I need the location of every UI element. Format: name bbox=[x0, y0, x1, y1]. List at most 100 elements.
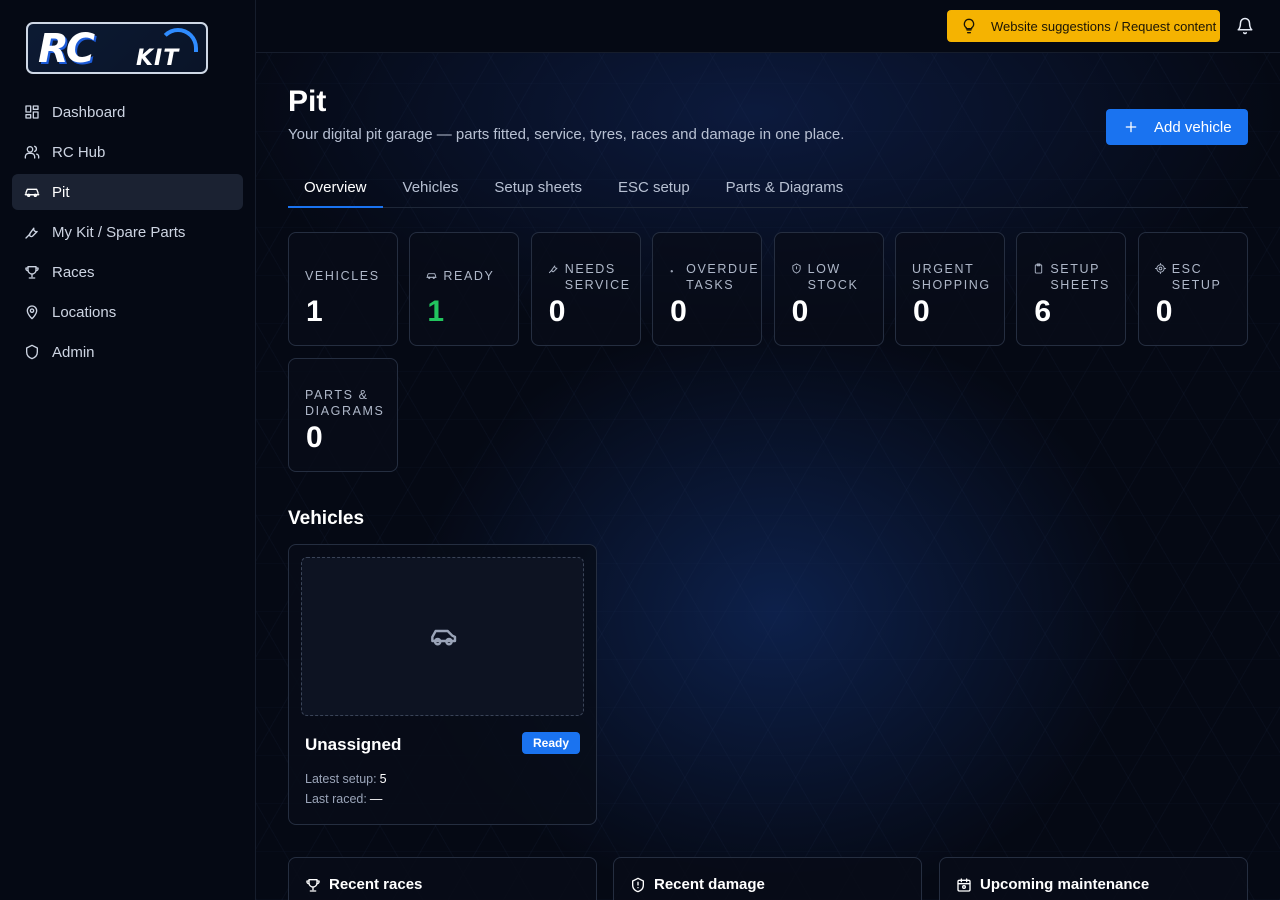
sidebar-item-label: Races bbox=[52, 263, 95, 281]
stat-label-line: Stock bbox=[807, 278, 859, 292]
last-raced-label: Last raced: bbox=[305, 792, 367, 806]
page-subtitle: Your digital pit garage — parts fitted, … bbox=[288, 126, 845, 143]
stat-value: 0 bbox=[791, 295, 809, 328]
stat-value: 0 bbox=[1155, 295, 1173, 328]
stat-label-line: Sheets bbox=[1050, 278, 1110, 292]
stat-label-line: Needs bbox=[564, 262, 616, 276]
tabs: Overview Vehicles Setup sheets ESC setup… bbox=[288, 169, 1248, 208]
tab-setup-sheets[interactable]: Setup sheets bbox=[478, 169, 598, 208]
sidebar-item-admin[interactable]: Admin bbox=[12, 334, 243, 370]
stat-label-line: Low bbox=[807, 262, 841, 276]
status-badge: Ready bbox=[522, 732, 580, 754]
stat-label: Ready bbox=[443, 269, 495, 283]
wrench-icon bbox=[24, 224, 40, 240]
sidebar-item-label: Dashboard bbox=[52, 103, 126, 121]
upcoming-maintenance-panel: Upcoming maintenance bbox=[939, 857, 1248, 900]
stat-label-line: Shopping bbox=[911, 278, 991, 292]
dot-icon bbox=[669, 263, 680, 274]
vehicle-image-placeholder bbox=[301, 557, 584, 716]
tab-overview[interactable]: Overview bbox=[288, 169, 383, 208]
shield-icon bbox=[24, 344, 40, 360]
sidebar-item-pit[interactable]: Pit bbox=[12, 174, 243, 210]
lightbulb-icon bbox=[961, 18, 977, 34]
bell-icon[interactable] bbox=[1236, 17, 1254, 35]
tab-esc-setup[interactable]: ESC setup bbox=[602, 169, 706, 208]
trophy-icon bbox=[305, 877, 321, 893]
stat-card-urgent-shopping[interactable]: Urgent Shopping 0 bbox=[894, 232, 1005, 346]
sidebar-item-my-kit[interactable]: My Kit / Spare Parts bbox=[12, 214, 243, 250]
vehicle-card[interactable]: Unassigned Ready Latest setup: 5 Last rac… bbox=[288, 544, 597, 825]
recent-damage-panel: Recent damage bbox=[613, 857, 922, 900]
website-suggestions-label: Website suggestions / Request content bbox=[991, 18, 1217, 34]
stat-label-line: Urgent bbox=[911, 262, 975, 276]
stat-value: 0 bbox=[548, 295, 566, 328]
stat-card-overdue-tasks[interactable]: Overdue Tasks 0 bbox=[652, 232, 763, 346]
car-icon bbox=[426, 270, 437, 281]
sidebar-item-label: My Kit / Spare Parts bbox=[52, 223, 186, 241]
stat-label-line: ESC bbox=[1171, 262, 1203, 276]
sidebar-item-label: RC Hub bbox=[52, 143, 106, 161]
stat-label-line: Setup bbox=[1171, 278, 1222, 292]
stat-card-needs-service[interactable]: Needs Service 0 bbox=[530, 232, 641, 346]
clipboard-icon bbox=[1033, 263, 1044, 274]
stat-value: 0 bbox=[670, 295, 687, 328]
sidebar: RC KIT Dashboard RC Hub Pit My Kit / Spa… bbox=[0, 0, 256, 900]
stat-value: 0 bbox=[912, 295, 930, 328]
rckit-logo[interactable]: RC KIT bbox=[26, 22, 208, 74]
trophy-icon bbox=[24, 264, 40, 280]
tab-parts-diagrams[interactable]: Parts & Diagrams bbox=[710, 169, 860, 208]
car-icon bbox=[430, 629, 456, 646]
stat-card-low-stock[interactable]: Low Stock 0 bbox=[773, 232, 884, 346]
alert-icon bbox=[791, 263, 802, 274]
stat-card-vehicles[interactable]: Vehicles 1 bbox=[288, 232, 398, 346]
stat-card-setup-sheets[interactable]: Setup Sheets 6 bbox=[1016, 232, 1127, 346]
stat-value: 1 bbox=[427, 295, 445, 328]
logo-sub-text: KIT bbox=[136, 46, 180, 71]
last-raced-value: — bbox=[369, 792, 383, 806]
sidebar-nav: Dashboard RC Hub Pit My Kit / Spare Part… bbox=[12, 94, 243, 370]
stat-card-ready[interactable]: Ready 1 bbox=[409, 232, 520, 346]
sidebar-item-label: Admin bbox=[52, 343, 95, 361]
recent-races-panel: Recent races bbox=[288, 857, 597, 900]
shield-alert-icon bbox=[630, 877, 646, 893]
map-pin-icon bbox=[24, 304, 40, 320]
sidebar-item-label: Locations bbox=[52, 303, 117, 321]
tab-vehicles[interactable]: Vehicles bbox=[387, 169, 475, 208]
stat-card-esc-setup[interactable]: ESC Setup 0 bbox=[1137, 232, 1248, 346]
users-icon bbox=[24, 144, 40, 160]
stat-label-line: Tasks bbox=[686, 278, 735, 292]
top-bar: Website suggestions / Request content bbox=[256, 0, 1280, 53]
dashboard-icon bbox=[24, 104, 40, 120]
stat-value: 6 bbox=[1034, 295, 1052, 328]
stat-label: Vehicles bbox=[305, 269, 380, 283]
sidebar-item-rc-hub[interactable]: RC Hub bbox=[12, 134, 243, 170]
gear-icon bbox=[1154, 263, 1166, 274]
add-vehicle-label: Add vehicle bbox=[1154, 118, 1232, 136]
stat-label-line: Overdue bbox=[686, 262, 760, 276]
add-vehicle-button[interactable]: Add vehicle bbox=[1106, 109, 1248, 145]
logo-main-text: RC bbox=[38, 26, 95, 72]
latest-setup-label: Latest setup: bbox=[305, 772, 377, 786]
calendar-icon bbox=[956, 877, 972, 893]
stats-grid: Vehicles 1 Ready 1 bbox=[288, 232, 1248, 472]
car-icon bbox=[24, 184, 40, 200]
stat-value: 1 bbox=[306, 295, 323, 328]
stat-label-line: Setup bbox=[1050, 262, 1101, 276]
sidebar-item-locations[interactable]: Locations bbox=[12, 294, 243, 330]
panel-title: Upcoming maintenance bbox=[980, 876, 1150, 893]
panel-title: Recent damage bbox=[654, 876, 765, 893]
stat-card-parts-diagrams[interactable]: Parts & Diagrams 0 bbox=[288, 358, 398, 472]
plus-icon bbox=[1124, 120, 1138, 134]
wrench-icon bbox=[548, 263, 559, 274]
sidebar-item-dashboard[interactable]: Dashboard bbox=[12, 94, 243, 130]
stat-value: 0 bbox=[306, 421, 323, 454]
main-content: Pit Your digital pit garage — parts fitt… bbox=[256, 53, 1280, 900]
stat-label-line: Service bbox=[564, 278, 631, 292]
latest-setup-value: 5 bbox=[379, 772, 387, 786]
vehicle-name: Unassigned bbox=[305, 735, 402, 754]
vehicles-section-title: Vehicles bbox=[288, 508, 365, 529]
page-title: Pit bbox=[288, 85, 327, 118]
website-suggestions-button[interactable]: Website suggestions / Request content bbox=[947, 10, 1220, 42]
panel-title: Recent races bbox=[329, 876, 423, 893]
sidebar-item-races[interactable]: Races bbox=[12, 254, 243, 290]
